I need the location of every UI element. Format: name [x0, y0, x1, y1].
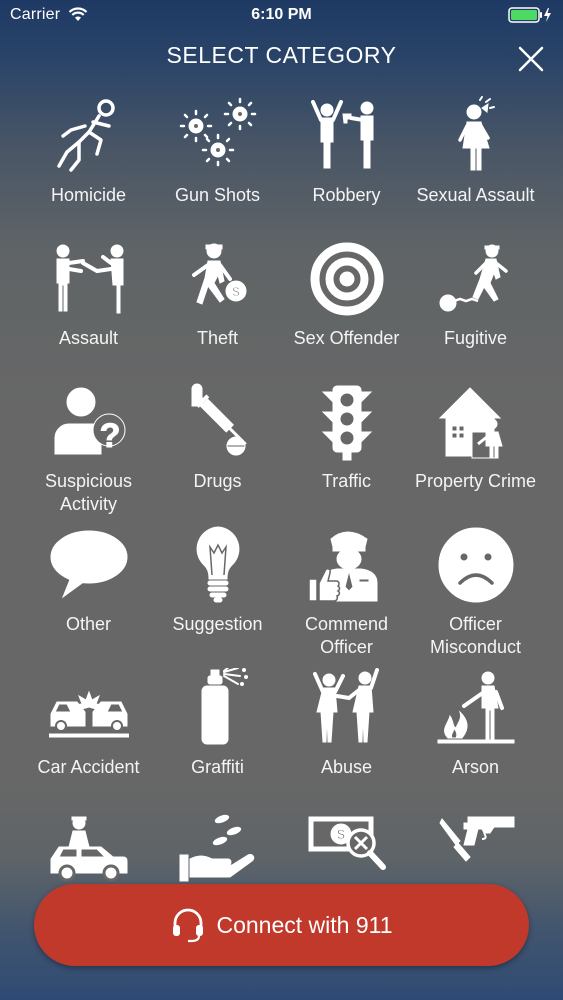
category-assault[interactable]: Assault [24, 239, 153, 382]
category-label: Traffic [321, 471, 371, 491]
close-icon [518, 46, 544, 72]
category-arson[interactable]: Arson [411, 668, 540, 811]
category-label: Homicide [50, 185, 127, 205]
bribery-hand-icon [179, 814, 254, 882]
svg-text:$: $ [337, 826, 345, 842]
target-icon [310, 242, 383, 316]
category-label: Suggestion [172, 614, 263, 634]
homicide-icon [56, 99, 115, 172]
category-label: Suspicious Activity [44, 471, 133, 514]
category-suspicious-activity[interactable]: ? Suspicious Activity [24, 382, 153, 525]
category-theft[interactable]: $ Theft [153, 239, 282, 382]
battery-icon [508, 7, 551, 23]
suspicious-person-icon: ? [54, 387, 125, 456]
category-robbery[interactable]: Robbery [282, 96, 411, 239]
assault-icon [56, 244, 123, 314]
category-label: Fugitive [443, 328, 508, 348]
category-sexual-assault[interactable]: Sexual Assault [411, 96, 540, 239]
category-label: Other [65, 614, 112, 634]
category-commend-officer[interactable]: Commend Officer [282, 525, 411, 668]
theft-icon: $ [191, 243, 246, 305]
category-label: Car Accident [37, 757, 140, 777]
police-car-icon [50, 816, 127, 882]
category-suggestion[interactable]: Suggestion [153, 525, 282, 668]
traffic-light-icon [321, 385, 372, 461]
category-label: Graffiti [191, 757, 244, 777]
property-crime-icon [438, 387, 503, 459]
sexual-assault-icon [457, 96, 495, 171]
status-bar: Carrier 6:10 PM [0, 0, 563, 30]
category-label: Gun Shots [174, 185, 261, 205]
svg-text:$: $ [232, 284, 240, 299]
spray-can-icon [201, 668, 248, 745]
category-homicide[interactable]: Homicide [24, 96, 153, 239]
light-bulb-icon [196, 526, 239, 603]
page-title: SELECT CATEGORY [166, 42, 397, 68]
category-drugs[interactable]: Drugs [153, 382, 282, 525]
abuse-icon [312, 668, 379, 743]
close-button[interactable] [512, 40, 550, 78]
car-accident-icon [48, 690, 129, 738]
category-label: Robbery [312, 185, 381, 205]
category-label: Theft [196, 328, 239, 348]
speech-bubble-icon [50, 530, 127, 599]
category-label: Sex Offender [293, 328, 400, 348]
category-label: Drugs [193, 471, 242, 491]
arson-icon [437, 671, 514, 744]
commend-officer-icon [307, 531, 377, 602]
weapons-icon [438, 816, 514, 862]
fugitive-icon [439, 244, 508, 312]
headset-icon [173, 908, 204, 943]
money-fraud-icon: $ [308, 816, 386, 870]
svg-text:?: ? [99, 417, 120, 455]
category-label: Sexual Assault [416, 185, 535, 205]
category-label: Property Crime [414, 471, 537, 491]
category-other[interactable]: Other [24, 525, 153, 668]
category-label: Officer Misconduct [429, 614, 522, 657]
category-label: Arson [451, 757, 500, 777]
connect-911-button[interactable]: Connect with 911 [34, 884, 529, 966]
category-officer-misconduct[interactable]: Officer Misconduct [411, 525, 540, 668]
category-graffiti[interactable]: Graffiti [153, 668, 282, 811]
category-property-crime[interactable]: Property Crime [411, 382, 540, 525]
category-label: Assault [58, 328, 119, 348]
connect-911-label: Connect with 911 [216, 911, 393, 938]
category-car-accident[interactable]: Car Accident [24, 668, 153, 811]
category-sex-offender[interactable]: Sex Offender [282, 239, 411, 382]
drugs-icon [191, 383, 247, 456]
category-traffic[interactable]: Traffic [282, 382, 411, 525]
sad-face-icon [438, 527, 513, 603]
robbery-icon [310, 100, 373, 169]
category-gun-shots[interactable]: Gun Shots [153, 96, 282, 239]
category-grid: Homicide Gun Shots Robbery Sexual Assaul… [24, 96, 540, 954]
gun-shots-icon [179, 97, 256, 167]
category-label: Abuse [320, 757, 373, 777]
category-label: Commend Officer [304, 614, 389, 657]
status-time: 6:10 PM [251, 6, 312, 23]
category-fugitive[interactable]: Fugitive [411, 239, 540, 382]
category-abuse[interactable]: Abuse [282, 668, 411, 811]
